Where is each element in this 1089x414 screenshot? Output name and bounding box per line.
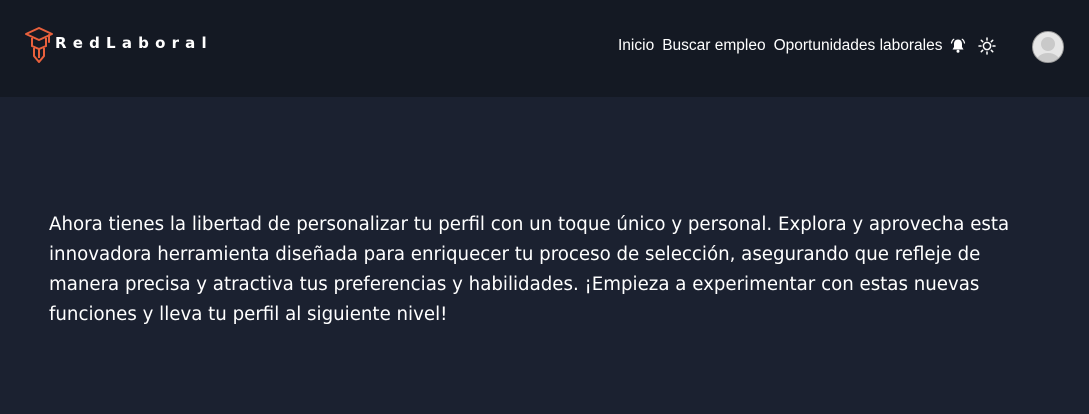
main-nav: Inicio Buscar empleo Oportunidades labor…: [618, 37, 997, 55]
navbar: RedLaboral Inicio Buscar empleo Oportuni…: [0, 0, 1089, 97]
logo-link[interactable]: RedLaboral: [24, 24, 213, 64]
sun-icon[interactable]: [978, 37, 997, 55]
user-avatar[interactable]: [1032, 31, 1064, 63]
avatar-body-shape: [1036, 53, 1060, 62]
avatar-head-shape: [1041, 37, 1055, 51]
nav-link-inicio[interactable]: Inicio: [618, 37, 654, 55]
intro-paragraph: Ahora tienes la libertad de personalizar…: [49, 214, 1010, 325]
logo-text: RedLaboral: [55, 34, 213, 52]
nav-link-buscar-empleo[interactable]: Buscar empleo: [662, 37, 765, 55]
bell-icon[interactable]: [950, 38, 966, 54]
graduation-cap-pencil-icon: [25, 27, 53, 63]
nav-link-oportunidades-laborales[interactable]: Oportunidades laborales: [774, 37, 943, 55]
